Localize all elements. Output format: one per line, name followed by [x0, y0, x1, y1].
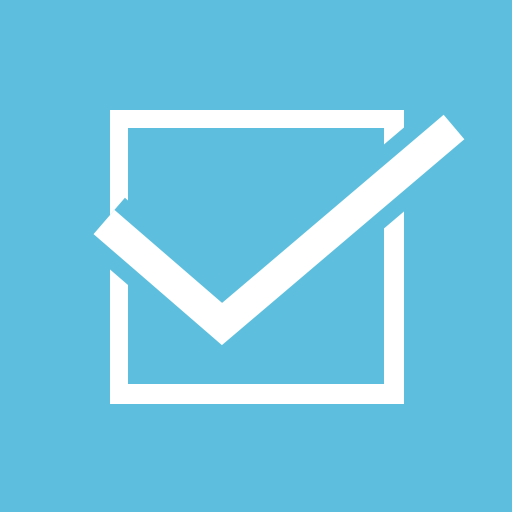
- checkbox-checked-tile: [0, 0, 512, 512]
- checkbox-checked-icon: [0, 0, 512, 512]
